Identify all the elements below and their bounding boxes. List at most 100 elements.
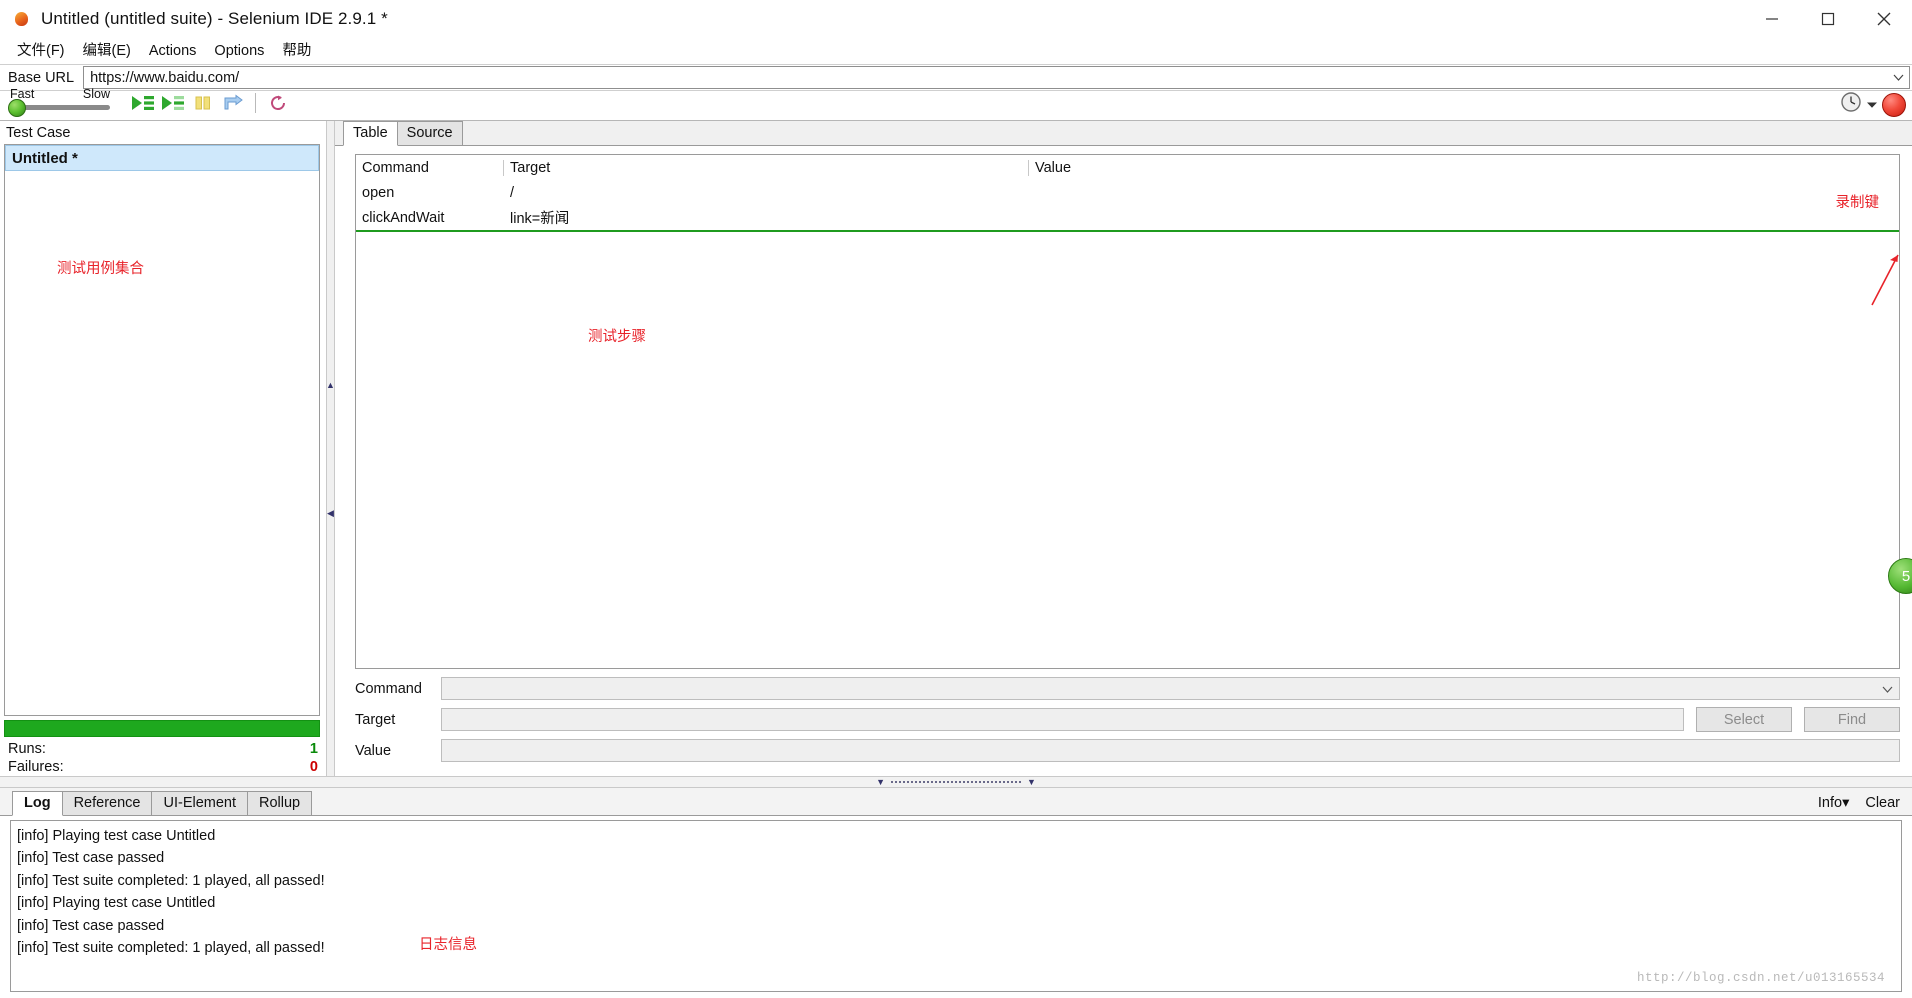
value-input[interactable]	[441, 739, 1900, 762]
play-current-icon[interactable]	[158, 90, 188, 116]
step-icon[interactable]	[218, 90, 248, 116]
command-grid-header: Command Target Value	[356, 155, 1899, 180]
command-form: Command Target Select Find Value	[335, 669, 1912, 776]
close-button[interactable]	[1856, 0, 1912, 38]
vertical-splitter[interactable]: ▲ ◀	[326, 121, 335, 776]
tab-rollup[interactable]: Rollup	[247, 791, 313, 815]
log-clear-button[interactable]: Clear	[1865, 795, 1900, 811]
table-row[interactable]: open /	[356, 180, 1899, 205]
base-url-value: https://www.baidu.com/	[90, 69, 240, 86]
editor-panel: Table Source Command Target Value open /	[335, 121, 1912, 776]
toolbar-right-group	[1840, 91, 1906, 118]
select-button[interactable]: Select	[1696, 707, 1792, 732]
log-line: [info] Test suite completed: 1 played, a…	[17, 872, 325, 889]
column-header-target[interactable]: Target	[504, 159, 1029, 176]
test-case-item-untitled[interactable]: Untitled *	[5, 145, 319, 171]
log-line: [info] Test suite completed: 1 played, a…	[17, 940, 325, 957]
log-panel: Log Reference UI-Element Rollup Info▾ Cl…	[0, 788, 1912, 998]
log-line: [info] Playing test case Untitled	[17, 895, 216, 912]
tab-ui-element[interactable]: UI-Element	[151, 791, 249, 815]
stat-failures: Failures: 0	[4, 758, 320, 776]
menu-bar: 文件(F) 编辑(E) Actions Options 帮助	[0, 38, 1912, 64]
form-row-value: Value	[355, 737, 1900, 764]
cell-command: clickAndWait	[362, 209, 445, 226]
tab-reference[interactable]: Reference	[61, 791, 153, 815]
target-input[interactable]	[441, 708, 1684, 731]
record-button[interactable]	[1882, 92, 1906, 117]
command-input[interactable]	[441, 677, 1900, 700]
toolbar-buttons	[128, 88, 293, 118]
toolbar-separator	[255, 93, 256, 113]
chevron-down-icon[interactable]	[1882, 680, 1893, 698]
splitter-up-arrow-icon[interactable]: ▲	[326, 380, 335, 389]
menu-item-file[interactable]: 文件(F)	[8, 38, 74, 64]
rollup-icon[interactable]	[263, 90, 293, 116]
splitter-collapse-up-icon[interactable]: ▼	[876, 777, 885, 787]
speed-slider[interactable]: Fast Slow	[0, 87, 120, 118]
menu-item-options[interactable]: Options	[205, 38, 273, 64]
run-progress-bar	[4, 720, 320, 737]
schedule-dropdown-icon[interactable]	[1866, 96, 1878, 114]
speed-slider-track[interactable]	[18, 105, 110, 110]
target-field-label: Target	[355, 711, 396, 728]
window-title: Untitled (untitled suite) - Selenium IDE…	[41, 9, 388, 28]
menu-item-help[interactable]: 帮助	[273, 38, 320, 64]
tab-source[interactable]: Source	[396, 121, 463, 145]
log-output[interactable]: [info] Playing test case Untitled [info]…	[10, 820, 1902, 992]
editor-tabs: Table Source	[335, 121, 1912, 146]
run-stats: Runs: 1 Failures: 0	[4, 740, 320, 776]
stat-failures-label: Failures:	[8, 759, 64, 775]
form-row-target: Target Select Find	[355, 706, 1900, 733]
minimize-button[interactable]	[1744, 0, 1800, 38]
pause-icon[interactable]	[188, 90, 218, 116]
test-case-panel-header: Test Case	[0, 121, 326, 144]
command-grid-empty-area[interactable]	[356, 232, 1899, 668]
test-case-panel: Test Case Untitled * 测试用例集合 Runs: 1 Fail…	[0, 121, 326, 776]
cell-target: link=新闻	[510, 211, 570, 227]
annotation-record-button: 录制键	[1835, 195, 1880, 211]
chevron-down-icon[interactable]: ▾	[1842, 795, 1849, 811]
clock-icon[interactable]	[1840, 91, 1862, 118]
annotation-test-steps: 测试步骤	[588, 329, 646, 345]
column-header-command[interactable]: Command	[356, 159, 504, 176]
speed-slider-knob[interactable]	[8, 99, 26, 117]
table-row[interactable]: clickAndWait link=新闻	[356, 205, 1899, 230]
maximize-button[interactable]	[1800, 0, 1856, 38]
value-field-label: Value	[355, 742, 392, 759]
log-tabs: Log Reference UI-Element Rollup Info▾ Cl…	[0, 788, 1912, 816]
selenium-ide-window: Untitled (untitled suite) - Selenium IDE…	[0, 0, 1912, 998]
main-area: Test Case Untitled * 测试用例集合 Runs: 1 Fail…	[0, 121, 1912, 776]
title-bar: Untitled (untitled suite) - Selenium IDE…	[0, 0, 1912, 38]
test-case-list[interactable]: Untitled * 测试用例集合	[4, 144, 320, 716]
command-grid[interactable]: Command Target Value open / clickAndWait…	[355, 154, 1900, 669]
column-header-value[interactable]: Value	[1029, 160, 1899, 176]
splitter-collapse-down-icon[interactable]: ▼	[1027, 777, 1036, 787]
firefox-icon	[10, 8, 32, 30]
command-field-label: Command	[355, 680, 422, 697]
window-controls	[1744, 0, 1912, 38]
base-url-row: Base URL https://www.baidu.com/	[0, 64, 1912, 91]
splitter-grip[interactable]	[891, 781, 1021, 783]
log-info-label: Info	[1817, 795, 1843, 811]
stat-failures-value: 0	[309, 759, 318, 775]
stat-runs-label: Runs:	[8, 741, 46, 757]
play-all-icon[interactable]	[128, 90, 158, 116]
speed-slow-label: Slow	[82, 87, 110, 101]
base-url-label: Base URL	[8, 69, 75, 86]
test-case-item-label: Untitled *	[12, 149, 78, 167]
tab-log[interactable]: Log	[12, 791, 63, 816]
stat-runs: Runs: 1	[4, 740, 320, 758]
find-button[interactable]: Find	[1804, 707, 1900, 732]
watermark: http://blog.csdn.net/u013165534	[1636, 971, 1885, 985]
menu-item-edit[interactable]: 编辑(E)	[74, 38, 140, 64]
log-toolbar: Info▾ Clear	[1818, 795, 1900, 811]
horizontal-splitter[interactable]: ▼ ▼	[0, 776, 1912, 788]
chevron-down-icon[interactable]	[1887, 74, 1909, 81]
base-url-input[interactable]: https://www.baidu.com/	[83, 66, 1910, 89]
stat-runs-value: 1	[309, 741, 318, 757]
menu-item-actions[interactable]: Actions	[140, 38, 206, 64]
tab-table[interactable]: Table	[343, 121, 398, 146]
splitter-down-arrow-icon[interactable]: ◀	[327, 508, 334, 517]
log-info-filter[interactable]: Info▾	[1818, 795, 1849, 811]
toolbar: Fast Slow	[0, 87, 1912, 121]
